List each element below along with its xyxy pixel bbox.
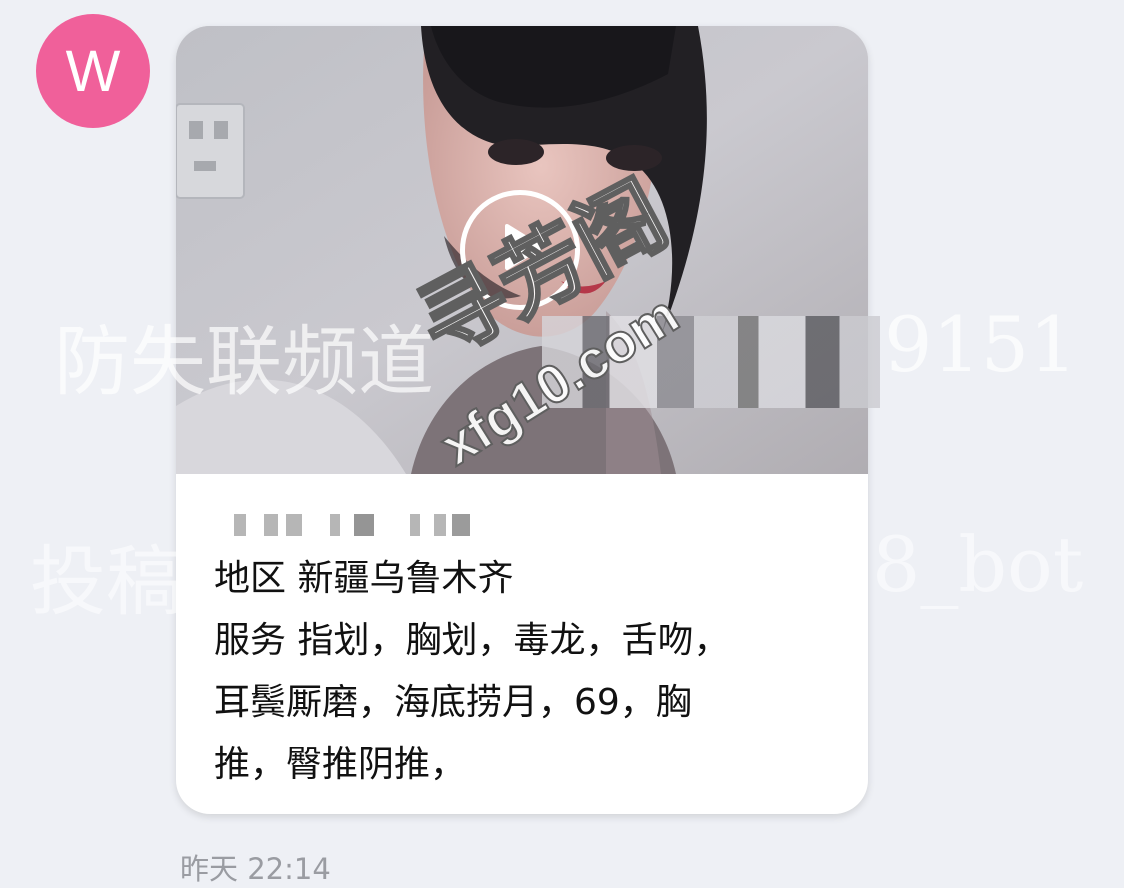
message-timestamp: 昨天 22:14	[180, 852, 331, 886]
service-line-3: 推，臀推阴推，	[214, 744, 467, 785]
watermark-channel-suffix: 9151	[884, 300, 1078, 389]
pixelated-watermark	[542, 316, 880, 408]
avatar[interactable]: W	[36, 14, 150, 128]
watermark-submit-suffix: 8_bot	[872, 520, 1084, 609]
service-line-2: 耳鬓厮磨，海底捞月，69，胸	[214, 682, 692, 723]
watermark-submit-prefix: 投稿	[30, 537, 182, 626]
region-line: 地区 新疆乌鲁木齐	[214, 558, 514, 599]
pixelated-text	[214, 504, 834, 548]
service-line-1: 服务 指划，胸划，毒龙，舌吻，	[214, 620, 730, 661]
message-bubble[interactable]: 地区 新疆乌鲁木齐 服务 指划，胸划，毒龙，舌吻， 耳鬓厮磨，海底捞月，69，胸…	[176, 26, 868, 814]
message-caption: 地区 新疆乌鲁木齐 服务 指划，胸划，毒龙，舌吻， 耳鬓厮磨，海底捞月，69，胸…	[214, 504, 834, 796]
play-icon	[505, 224, 543, 270]
play-button[interactable]	[460, 190, 580, 310]
